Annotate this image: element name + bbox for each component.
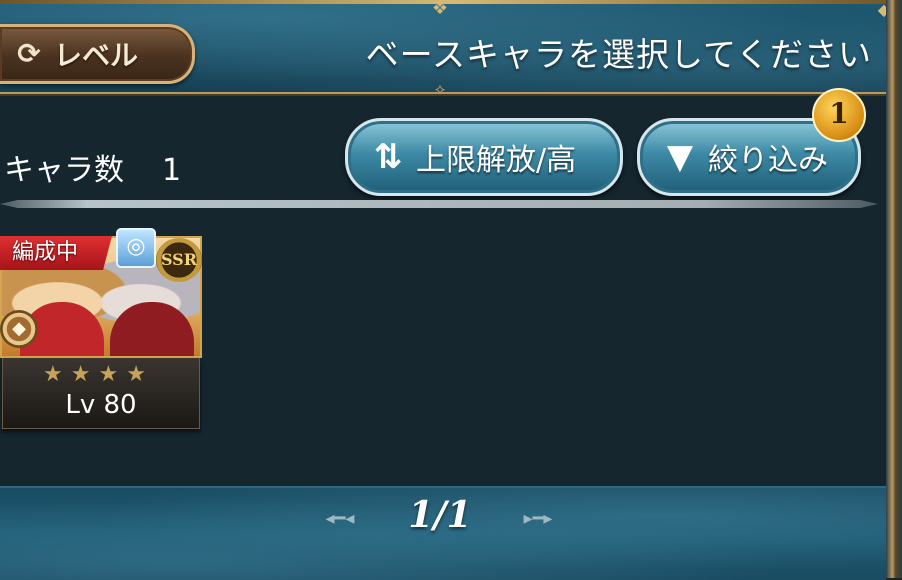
character-level: Lv 80 (65, 390, 137, 420)
sort-arrows-icon: ⇅ (373, 137, 403, 177)
earth-element-icon: ◆ (0, 310, 38, 348)
header-bar: ❖ ◆ ⟳ レベル ベースキャラを選択してください ⟡ (0, 0, 902, 98)
star-icon: ★ (126, 362, 154, 387)
sort-limit-break-label: 上限解放/高 (416, 143, 577, 178)
character-info-panel: ★★★★ Lv 80 (2, 358, 200, 429)
refresh-icon: ⟳ (17, 37, 41, 70)
character-count: キャラ数 1 (4, 145, 181, 189)
header-bottom-ornament: ⟡ (434, 79, 446, 98)
star-icon: ★ (43, 362, 71, 387)
star-icon: ★ (70, 362, 99, 387)
rarity-badge: SSR (156, 238, 202, 282)
page-title: ベースキャラを選択してください (365, 35, 872, 74)
star-icon: ★ (98, 362, 127, 387)
level-sort-button[interactable]: ⟳ レベル (0, 24, 195, 84)
sort-limit-break-button[interactable]: ⇅ 上限解放/高 (345, 118, 623, 196)
character-card[interactable]: 編成中 ◎ SSR ◆ ★★★★ Lv 80 (0, 228, 202, 429)
ring-icon: ◎ (116, 228, 156, 268)
toolbar-divider (0, 200, 878, 208)
portrait-figure-right (110, 302, 194, 356)
funnel-icon: ▼ (666, 137, 694, 177)
filter-count-badge: 1 (812, 88, 866, 142)
uncap-stars: ★★★★ (43, 362, 154, 387)
character-count-label: キャラ数 (4, 153, 124, 188)
header-top-ornament: ❖ (431, 0, 449, 19)
filter-label: 絞り込み (708, 143, 828, 178)
pager-footer: ◂━◂ 1/1 ▸━▸ (0, 486, 886, 580)
page-indicator: 1/1 (408, 494, 472, 536)
right-frame-border (886, 0, 902, 578)
level-sort-label: レベル (54, 39, 139, 72)
previous-page-arrow-icon[interactable]: ◂━◂ (310, 510, 370, 528)
next-page-arrow-icon[interactable]: ▸━▸ (508, 510, 568, 528)
character-count-value: 1 (162, 153, 182, 188)
party-status-banner: 編成中 (0, 236, 112, 270)
